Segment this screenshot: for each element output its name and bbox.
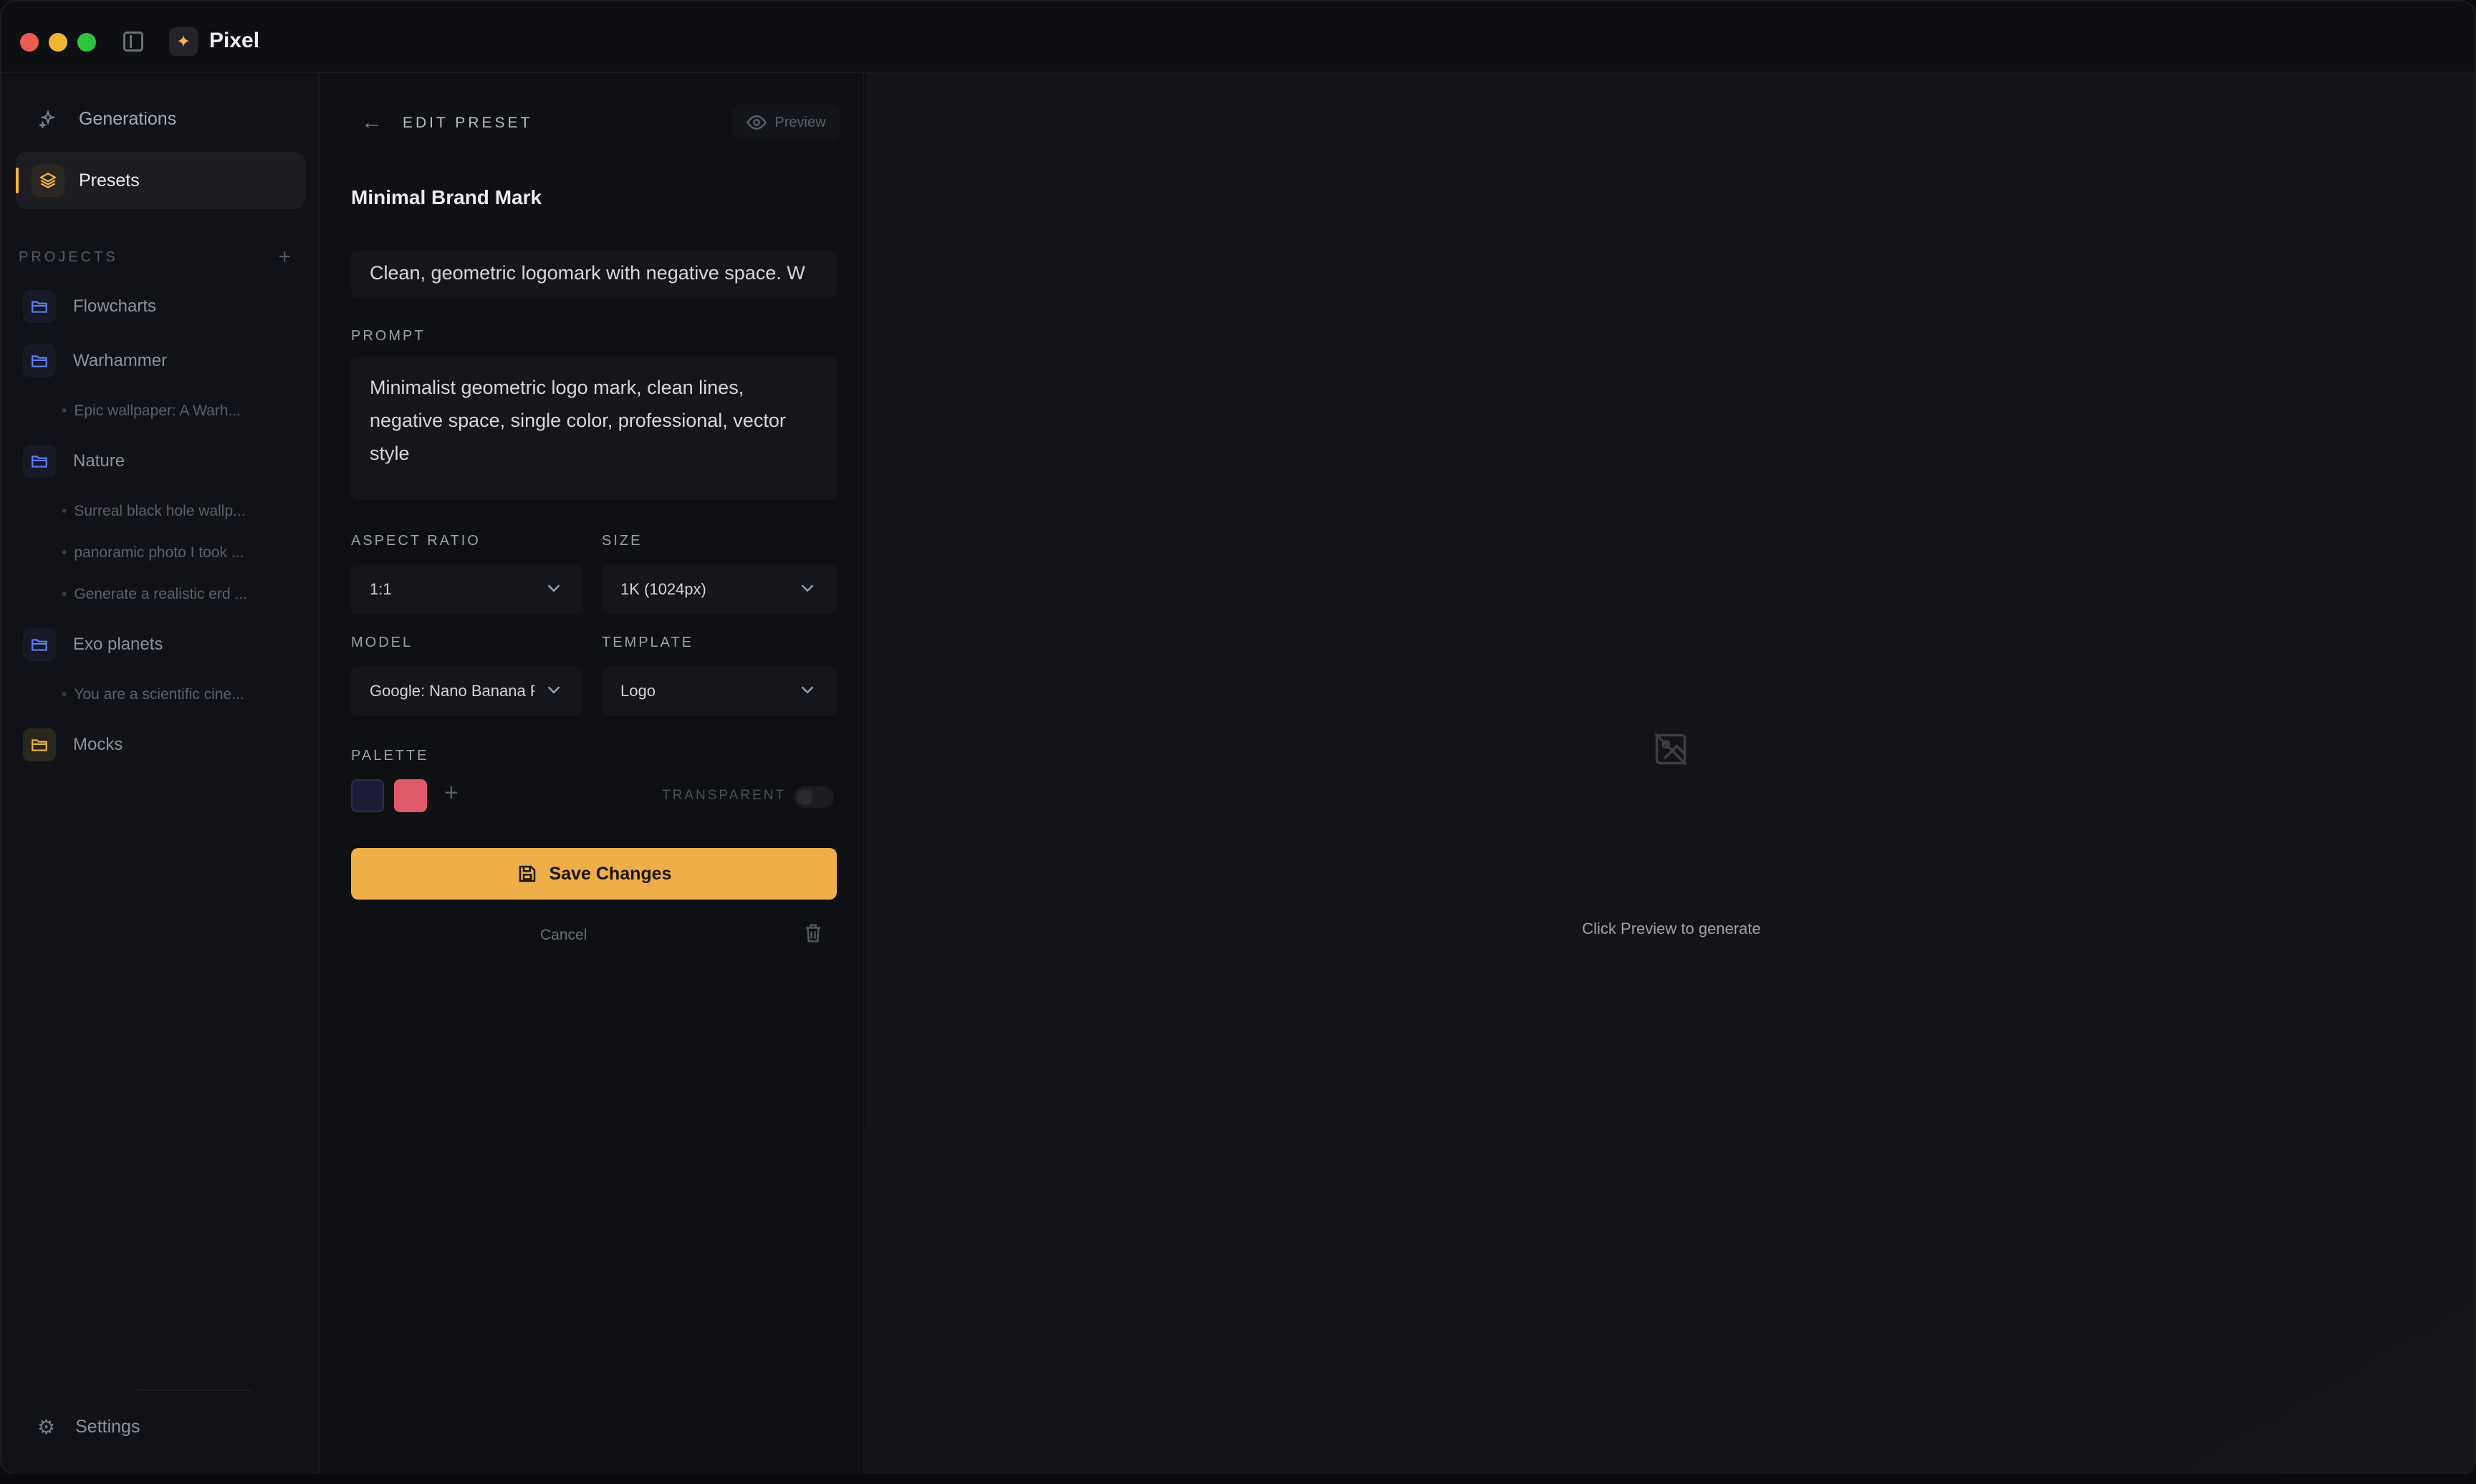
- folder-icon: [23, 728, 56, 761]
- preview-label: Preview: [774, 114, 826, 130]
- project-sub-item[interactable]: Generate a realistic erd ...: [62, 586, 247, 603]
- app-window: ✦ Pixel Generations Presets PROJECTS + F…: [0, 0, 2476, 1475]
- nav-generations-label: Generations: [79, 108, 177, 129]
- palette-label: PALETTE: [351, 748, 429, 763]
- divider: [138, 1389, 252, 1391]
- eye-icon: [747, 115, 767, 130]
- preview-button[interactable]: Preview: [732, 105, 840, 140]
- active-indicator: [16, 168, 19, 193]
- folder-icon: [23, 344, 56, 377]
- sidebar: Generations Presets PROJECTS + Flowchart…: [1, 73, 320, 1474]
- project-label: Exo planets: [73, 635, 163, 654]
- project-flowcharts[interactable]: Flowcharts: [23, 286, 302, 327]
- template-label: TEMPLATE: [602, 635, 694, 650]
- save-changes-button[interactable]: Save Changes: [351, 848, 837, 900]
- project-exo-planets[interactable]: Exo planets: [23, 625, 302, 665]
- model-value: Google: Nano Banana P: [370, 682, 534, 700]
- chevron-down-icon: [801, 686, 814, 694]
- nav-generations[interactable]: Generations: [16, 90, 305, 148]
- settings-button[interactable]: ⚙ Settings: [37, 1415, 140, 1439]
- sparkle-icon: ✦: [169, 27, 198, 56]
- save-label: Save Changes: [549, 863, 672, 884]
- aspect-ratio-label: ASPECT RATIO: [351, 533, 481, 549]
- nav-presets-label: Presets: [79, 170, 140, 191]
- project-label: Flowcharts: [73, 297, 157, 316]
- settings-label: Settings: [75, 1417, 140, 1437]
- transparent-label: TRANSPARENT: [662, 788, 787, 803]
- projects-label: PROJECTS: [19, 249, 118, 265]
- model-select[interactable]: Google: Nano Banana P: [351, 666, 583, 716]
- folder-icon: [23, 290, 56, 323]
- add-color-button[interactable]: +: [444, 779, 459, 807]
- trash-icon[interactable]: [802, 921, 824, 945]
- chevron-down-icon: [801, 584, 814, 592]
- model-label: MODEL: [351, 635, 413, 650]
- size-label: SIZE: [602, 533, 643, 549]
- folder-icon: [23, 445, 56, 478]
- minimize-window-button[interactable]: [49, 33, 67, 52]
- desktop-background: [0, 1474, 2476, 1484]
- nav-presets[interactable]: Presets: [16, 152, 305, 209]
- template-select[interactable]: Logo: [602, 666, 837, 716]
- folder-icon: [23, 628, 56, 661]
- project-mocks[interactable]: Mocks: [23, 725, 302, 765]
- preview-canvas: Click Preview to generate: [865, 73, 2475, 1474]
- template-value: Logo: [620, 682, 656, 700]
- projects-header: PROJECTS +: [19, 245, 302, 271]
- palette-swatch-navy[interactable]: [351, 779, 384, 812]
- sparkles-icon: [32, 102, 64, 135]
- project-sub-item[interactable]: panoramic photo I took ...: [62, 544, 244, 562]
- maximize-window-button[interactable]: [77, 33, 96, 52]
- project-sub-item[interactable]: Surreal black hole wallp...: [62, 503, 245, 520]
- title-bar: ✦ Pixel: [1, 1, 2475, 73]
- layers-icon: [32, 164, 64, 197]
- project-nature[interactable]: Nature: [23, 441, 302, 481]
- project-label: Warhammer: [73, 351, 168, 370]
- aspect-ratio-value: 1:1: [370, 580, 392, 598]
- app-title: Pixel: [209, 29, 260, 52]
- description-field[interactable]: Clean, geometric logomark with negative …: [351, 251, 837, 298]
- transparent-toggle[interactable]: [794, 786, 834, 808]
- sidebar-toggle-icon[interactable]: [123, 32, 143, 52]
- empty-state-text: Click Preview to generate: [1582, 920, 1761, 938]
- cancel-button[interactable]: Cancel: [540, 927, 587, 944]
- panel-title: EDIT PRESET: [403, 115, 533, 131]
- project-label: Nature: [73, 451, 125, 471]
- aspect-ratio-select[interactable]: 1:1: [351, 564, 583, 615]
- preset-name[interactable]: Minimal Brand Mark: [351, 186, 542, 209]
- image-off-icon: [1654, 733, 1687, 766]
- window-controls: [20, 33, 96, 52]
- gear-icon: ⚙: [37, 1416, 56, 1438]
- chevron-down-icon: [547, 686, 560, 694]
- size-select[interactable]: 1K (1024px): [602, 564, 837, 615]
- palette-swatch-red[interactable]: [394, 779, 427, 812]
- prompt-textarea[interactable]: Minimalist geometric logo mark, clean li…: [351, 357, 837, 500]
- project-label: Mocks: [73, 735, 123, 754]
- back-arrow-icon[interactable]: ←: [361, 110, 383, 135]
- project-warhammer[interactable]: Warhammer: [23, 341, 302, 381]
- add-project-button[interactable]: +: [278, 245, 294, 269]
- save-icon: [519, 865, 535, 882]
- project-sub-item[interactable]: Epic wallpaper: A Warh...: [62, 403, 241, 420]
- chevron-down-icon: [547, 584, 560, 592]
- prompt-label: PROMPT: [351, 328, 426, 344]
- edit-preset-panel: ← EDIT PRESET Preview Minimal Brand Mark…: [321, 73, 864, 1474]
- close-window-button[interactable]: [20, 33, 39, 52]
- size-value: 1K (1024px): [620, 580, 706, 598]
- project-sub-item[interactable]: You are a scientific cine...: [62, 686, 244, 703]
